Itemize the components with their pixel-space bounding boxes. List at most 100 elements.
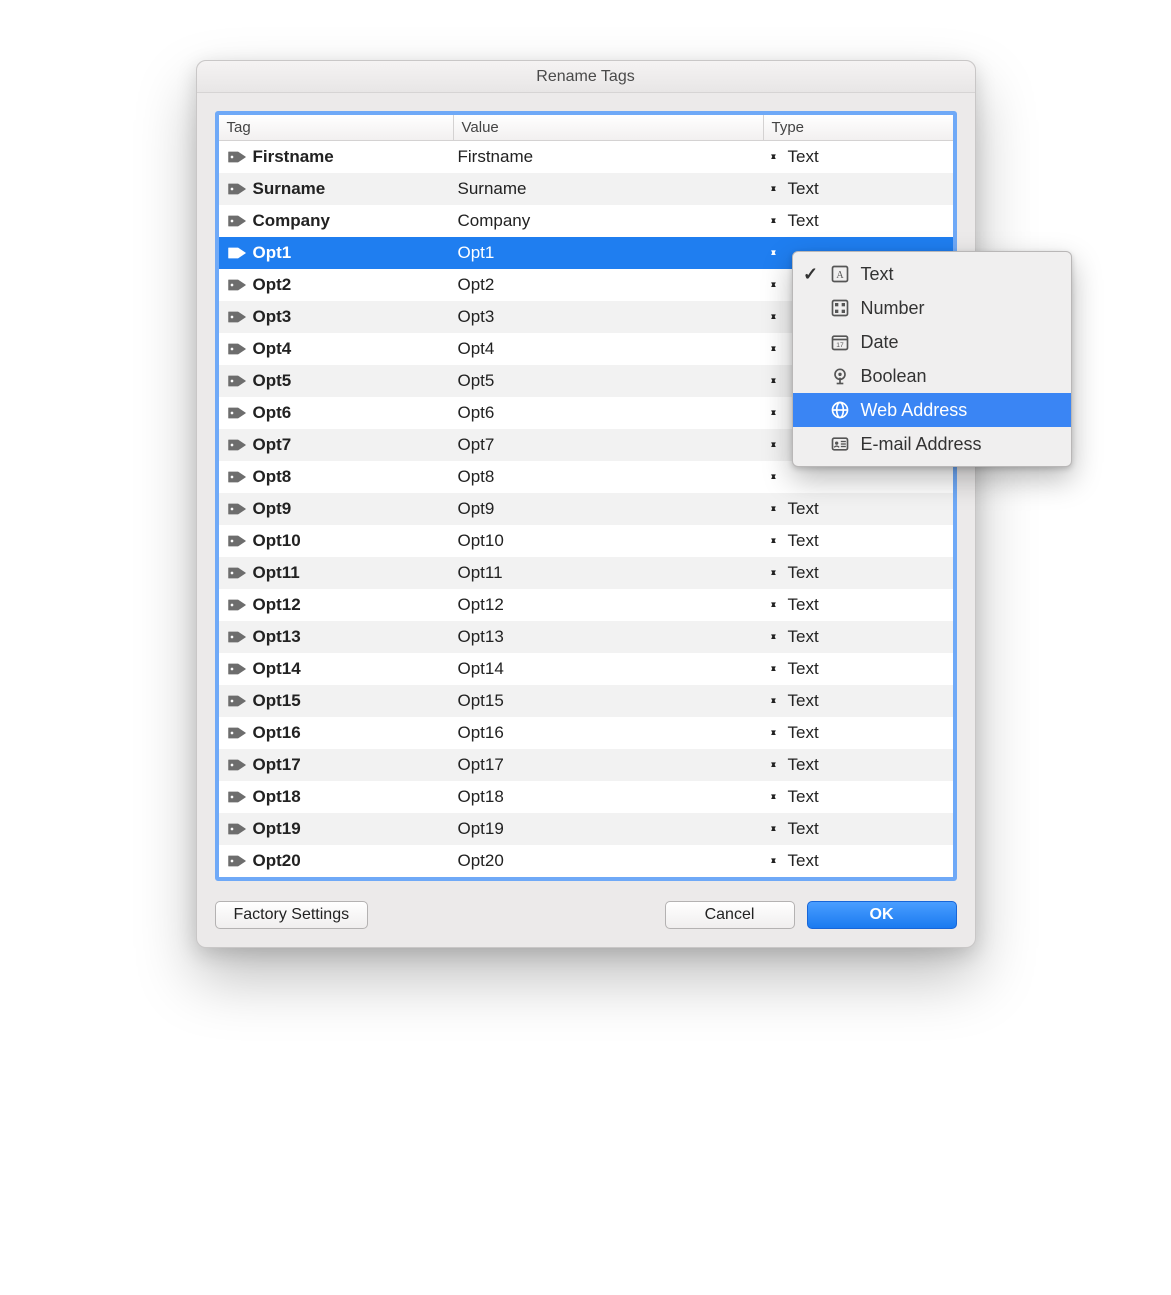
menu-item-card[interactable]: E-mail Address (793, 427, 1071, 461)
cell-type[interactable]: ▲▼ Text (764, 723, 953, 743)
cell-tag[interactable]: Opt20 (219, 851, 454, 871)
cell-tag[interactable]: Opt15 (219, 691, 454, 711)
cell-tag[interactable]: Opt10 (219, 531, 454, 551)
cell-type[interactable]: ▲▼ Text (764, 627, 953, 647)
cell-value[interactable]: Opt7 (454, 435, 764, 455)
column-header-type[interactable]: Type (764, 115, 953, 140)
cell-tag[interactable]: Opt7 (219, 435, 454, 455)
cell-type[interactable]: ▲▼ Text (764, 659, 953, 679)
value-label: Opt17 (458, 755, 504, 774)
type-label: Text (788, 691, 819, 711)
tag-icon (227, 309, 247, 325)
table-row[interactable]: Opt10 Opt10 ▲▼ Text (219, 525, 953, 557)
cell-value[interactable]: Company (454, 211, 764, 231)
tag-label: Company (253, 211, 330, 231)
cell-tag[interactable]: Opt13 (219, 627, 454, 647)
cell-value[interactable]: Opt8 (454, 467, 764, 487)
cell-tag[interactable]: Opt9 (219, 499, 454, 519)
table-row[interactable]: Opt18 Opt18 ▲▼ Text (219, 781, 953, 813)
cell-value[interactable]: Opt4 (454, 339, 764, 359)
cell-value[interactable]: Opt20 (454, 851, 764, 871)
cell-type[interactable]: ▲▼ Text (764, 819, 953, 839)
column-header-tag[interactable]: Tag (219, 115, 454, 140)
table-row[interactable]: Opt12 Opt12 ▲▼ Text (219, 589, 953, 621)
cancel-button[interactable]: Cancel (665, 901, 795, 929)
table-row[interactable]: Firstname Firstname ▲▼ Text (219, 141, 953, 173)
tag-label: Opt15 (253, 691, 301, 711)
table-row[interactable]: Opt15 Opt15 ▲▼ Text (219, 685, 953, 717)
cell-tag[interactable]: Opt18 (219, 787, 454, 807)
cell-value[interactable]: Opt5 (454, 371, 764, 391)
cell-tag[interactable]: Opt12 (219, 595, 454, 615)
cell-value[interactable]: Opt15 (454, 691, 764, 711)
table-row[interactable]: Opt11 Opt11 ▲▼ Text (219, 557, 953, 589)
cell-type[interactable]: ▲▼ Text (764, 531, 953, 551)
cell-tag[interactable]: Opt3 (219, 307, 454, 327)
column-header-value[interactable]: Value (454, 115, 764, 140)
cell-value[interactable]: Opt16 (454, 723, 764, 743)
table-row[interactable]: Opt16 Opt16 ▲▼ Text (219, 717, 953, 749)
cell-value[interactable]: Opt3 (454, 307, 764, 327)
cell-value[interactable]: Surname (454, 179, 764, 199)
cell-value[interactable]: Firstname (454, 147, 764, 167)
cell-type[interactable]: ▲▼ Text (764, 147, 953, 167)
cell-value[interactable]: Opt17 (454, 755, 764, 775)
cell-tag[interactable]: Company (219, 211, 454, 231)
cell-tag[interactable]: Opt19 (219, 819, 454, 839)
menu-item-label: Number (861, 298, 925, 319)
cell-tag[interactable]: Opt1 (219, 243, 454, 263)
table-row[interactable]: Opt14 Opt14 ▲▼ Text (219, 653, 953, 685)
cell-value[interactable]: Opt19 (454, 819, 764, 839)
cell-type[interactable]: ▲▼ Text (764, 595, 953, 615)
cell-type[interactable]: ▲▼ Text (764, 691, 953, 711)
cell-tag[interactable]: Opt8 (219, 467, 454, 487)
table-row[interactable]: Opt9 Opt9 ▲▼ Text (219, 493, 953, 525)
cell-type[interactable]: ▲▼ Text (764, 563, 953, 583)
menu-item-globe[interactable]: Web Address (793, 393, 1071, 427)
cell-tag[interactable]: Surname (219, 179, 454, 199)
tag-icon (227, 437, 247, 453)
tag-label: Opt11 (253, 563, 300, 583)
cell-type[interactable]: ▲▼ Text (764, 851, 953, 871)
cell-tag[interactable]: Opt5 (219, 371, 454, 391)
table-row[interactable]: Surname Surname ▲▼ Text (219, 173, 953, 205)
cell-value[interactable]: Opt1 (454, 243, 764, 263)
value-label: Opt1 (458, 243, 495, 262)
cell-type[interactable]: ▲▼ Text (764, 755, 953, 775)
table-row[interactable]: Opt19 Opt19 ▲▼ Text (219, 813, 953, 845)
table-row[interactable]: Opt20 Opt20 ▲▼ Text (219, 845, 953, 877)
cell-value[interactable]: Opt11 (454, 563, 764, 583)
menu-item-boolean[interactable]: Boolean (793, 359, 1071, 393)
cell-type[interactable]: ▲▼ Text (764, 211, 953, 231)
cell-tag[interactable]: Opt6 (219, 403, 454, 423)
menu-item-number[interactable]: Number (793, 291, 1071, 325)
table-row[interactable]: Opt17 Opt17 ▲▼ Text (219, 749, 953, 781)
cell-value[interactable]: Opt18 (454, 787, 764, 807)
cell-value[interactable]: Opt6 (454, 403, 764, 423)
cell-tag[interactable]: Opt16 (219, 723, 454, 743)
menu-item-text[interactable]: ✓ A Text (793, 257, 1071, 291)
table-row[interactable]: Company Company ▲▼ Text (219, 205, 953, 237)
cell-value[interactable]: Opt12 (454, 595, 764, 615)
factory-settings-button[interactable]: Factory Settings (215, 901, 369, 929)
table-row[interactable]: Opt13 Opt13 ▲▼ Text (219, 621, 953, 653)
cell-type[interactable]: ▲▼ Text (764, 499, 953, 519)
cell-tag[interactable]: Opt4 (219, 339, 454, 359)
cell-tag[interactable]: Firstname (219, 147, 454, 167)
cell-type[interactable]: ▲▼ Text (764, 787, 953, 807)
cell-value[interactable]: Opt13 (454, 627, 764, 647)
cell-tag[interactable]: Opt11 (219, 563, 454, 583)
value-label: Opt20 (458, 851, 504, 870)
cell-type[interactable]: ▲▼ Text (764, 179, 953, 199)
cell-tag[interactable]: Opt14 (219, 659, 454, 679)
window-title: Rename Tags (197, 61, 975, 93)
menu-item-date[interactable]: 17 Date (793, 325, 1071, 359)
cell-tag[interactable]: Opt17 (219, 755, 454, 775)
cell-value[interactable]: Opt9 (454, 499, 764, 519)
cell-value[interactable]: Opt14 (454, 659, 764, 679)
ok-button[interactable]: OK (807, 901, 957, 929)
check-icon: ✓ (803, 264, 819, 285)
cell-value[interactable]: Opt2 (454, 275, 764, 295)
cell-value[interactable]: Opt10 (454, 531, 764, 551)
cell-tag[interactable]: Opt2 (219, 275, 454, 295)
